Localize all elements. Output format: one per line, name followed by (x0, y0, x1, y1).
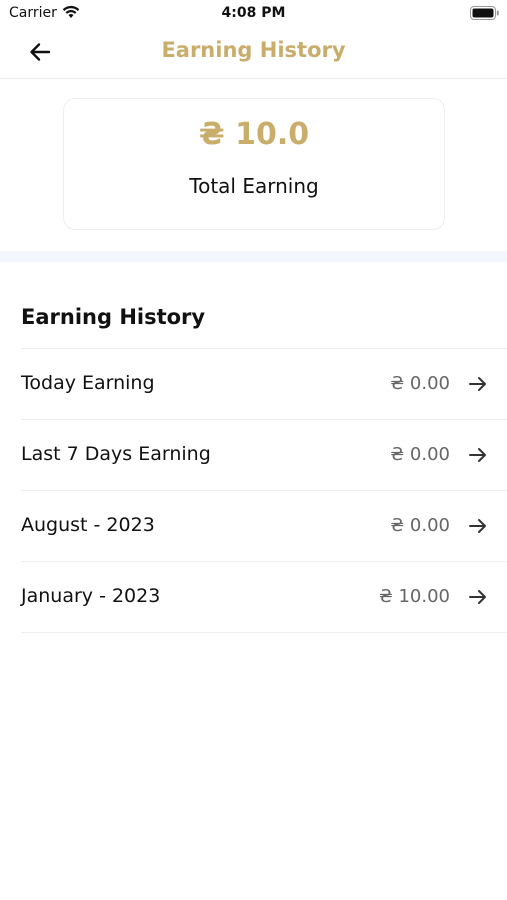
arrow-right-icon (469, 590, 486, 604)
arrow-right-icon (469, 377, 486, 391)
earning-row-january-2023[interactable]: January - 2023 ₴ 10.00 (21, 562, 507, 633)
row-amount: ₴ 10.00 (378, 586, 450, 607)
earning-row-today[interactable]: Today Earning ₴ 0.00 (21, 349, 507, 420)
arrow-right-icon (469, 519, 486, 533)
arrow-right-icon (469, 448, 486, 462)
status-bar: Carrier 4:08 PM (0, 0, 507, 28)
total-earning-label: Total Earning (189, 174, 319, 198)
navigation-bar: Earning History (0, 28, 507, 79)
row-amount: ₴ 0.00 (390, 444, 450, 465)
row-amount: ₴ 0.00 (390, 373, 450, 394)
total-earning-amount: ₴ 10.0 (198, 117, 310, 152)
row-label: Today Earning (21, 372, 155, 394)
total-earning-card: ₴ 10.0 Total Earning (63, 98, 445, 230)
battery-icon (470, 6, 499, 20)
earning-row-august-2023[interactable]: August - 2023 ₴ 0.00 (21, 491, 507, 562)
row-label: January - 2023 (21, 585, 161, 607)
earning-list: Today Earning ₴ 0.00 Last 7 Days Earning… (21, 348, 507, 633)
section-divider (0, 251, 507, 262)
section-heading: Earning History (21, 305, 206, 329)
earning-row-last-7-days[interactable]: Last 7 Days Earning ₴ 0.00 (21, 420, 507, 491)
row-label: Last 7 Days Earning (21, 443, 211, 465)
row-label: August - 2023 (21, 514, 155, 536)
clock: 4:08 PM (221, 5, 286, 21)
page-title: Earning History (161, 38, 346, 62)
row-amount: ₴ 0.00 (390, 515, 450, 536)
